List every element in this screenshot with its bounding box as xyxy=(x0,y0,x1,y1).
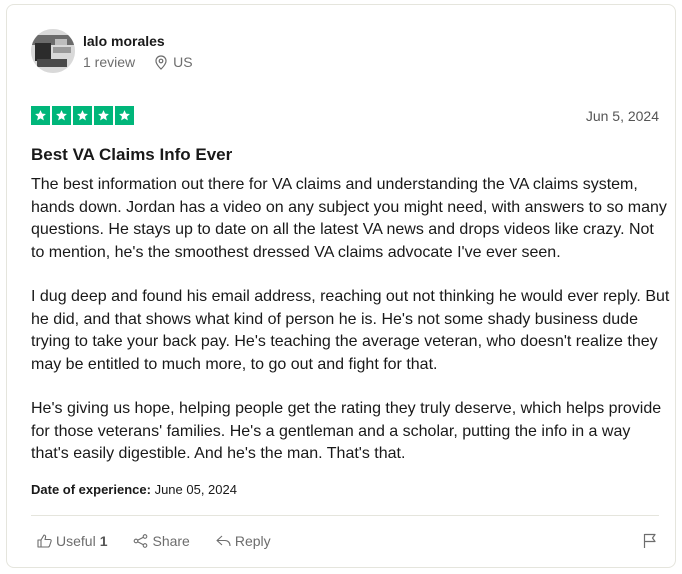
reply-label: Reply xyxy=(234,533,271,549)
share-button[interactable]: Share xyxy=(133,533,190,549)
date-of-experience: Date of experience: June 05, 2024 xyxy=(31,482,237,497)
star-rating xyxy=(31,106,134,125)
useful-count: 1 xyxy=(99,533,108,549)
useful-button[interactable]: Useful 1 xyxy=(37,533,107,549)
reviewer-name[interactable]: lalo morales xyxy=(83,33,165,49)
report-flag-button[interactable] xyxy=(643,533,657,554)
review-paragraph: I dug deep and found his email address, … xyxy=(31,288,670,373)
star-icon xyxy=(115,106,134,125)
reply-icon xyxy=(216,535,231,547)
reply-button[interactable]: Reply xyxy=(216,533,271,549)
reviewer-meta: 1 review US xyxy=(83,54,193,70)
avatar[interactable] xyxy=(31,29,75,73)
review-actions: Useful 1 Share Reply xyxy=(37,533,297,549)
review-card: lalo morales 1 review US Jun 5, 2024 Bes… xyxy=(6,4,676,568)
useful-label: Useful xyxy=(56,533,96,549)
thumbs-up-icon xyxy=(37,534,52,548)
star-icon xyxy=(52,106,71,125)
share-icon xyxy=(134,534,148,548)
star-icon xyxy=(94,106,113,125)
reviewer-location: US xyxy=(155,54,193,70)
star-icon xyxy=(31,106,50,125)
flag-icon xyxy=(643,533,656,548)
location-text: US xyxy=(173,54,193,70)
review-date: Jun 5, 2024 xyxy=(585,108,659,124)
share-label: Share xyxy=(152,533,190,549)
experience-label: Date of experience: xyxy=(31,482,151,497)
review-title[interactable]: Best VA Claims Info Ever xyxy=(31,145,232,165)
experience-date: June 05, 2024 xyxy=(154,482,237,497)
star-icon xyxy=(73,106,92,125)
review-count: 1 review xyxy=(83,54,136,70)
review-paragraph: The best information out there for VA cl… xyxy=(31,176,667,261)
location-pin-icon xyxy=(155,54,167,70)
review-body: The best information out there for VA cl… xyxy=(31,174,671,488)
review-paragraph: He's giving us hope, helping people get … xyxy=(31,400,662,462)
divider xyxy=(31,515,659,516)
